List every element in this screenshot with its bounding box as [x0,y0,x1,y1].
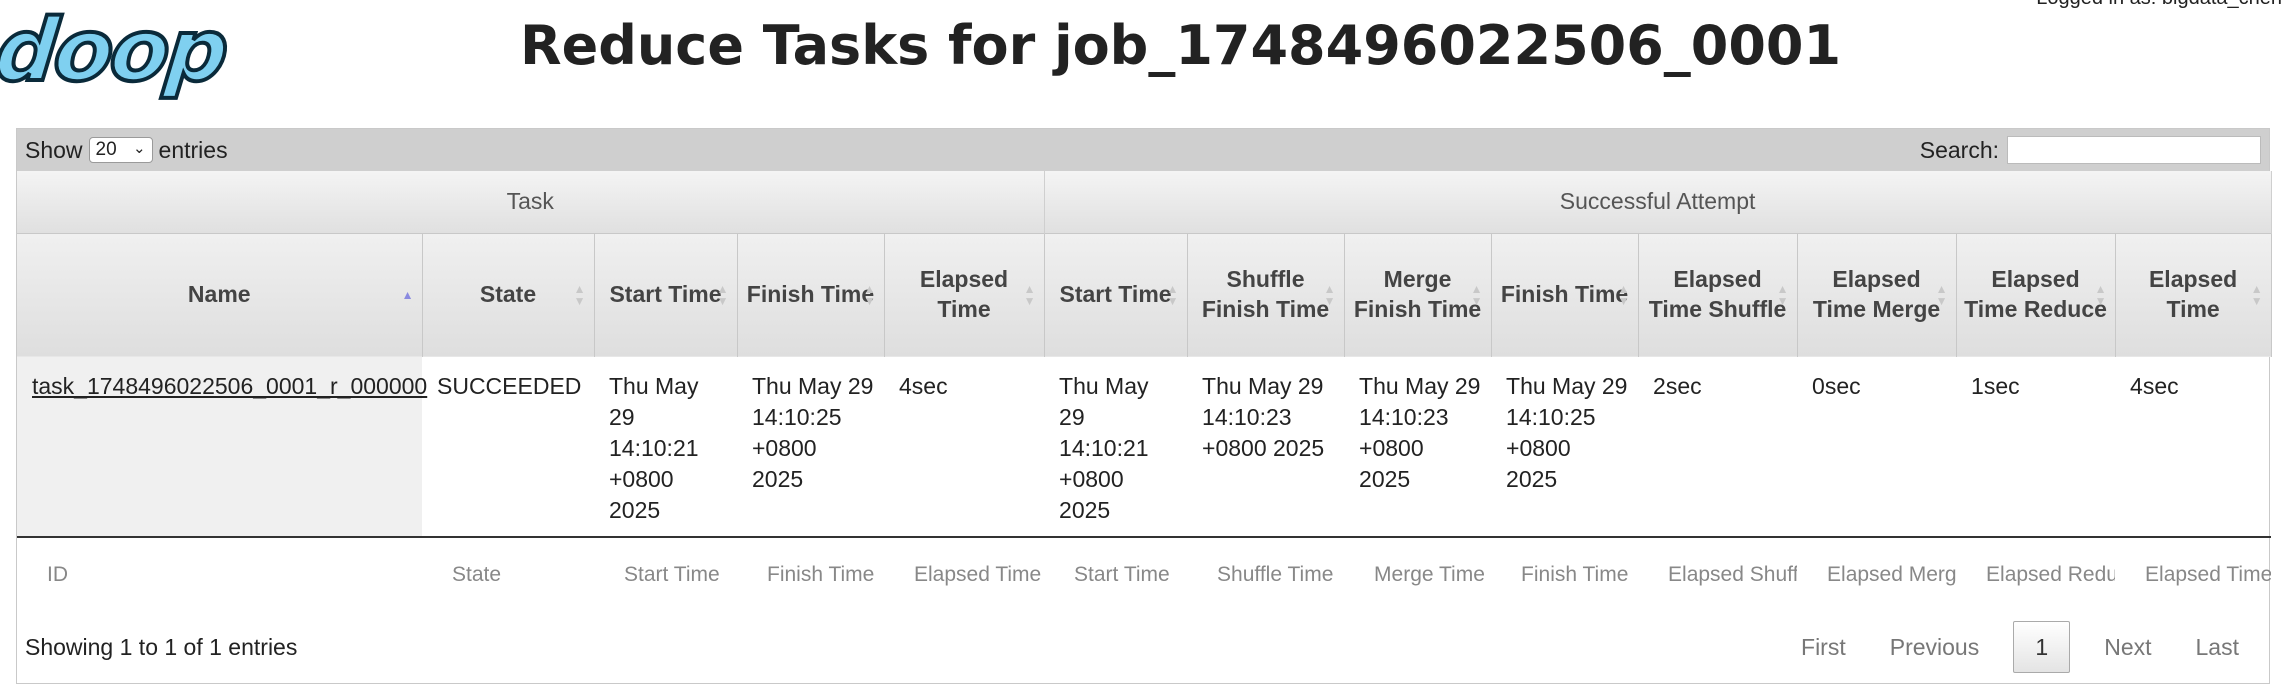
search-control: Search: [1920,136,2261,164]
col-finish-time[interactable]: Finish Time ▲ ▼ [737,232,885,357]
cell-name: task_1748496022506_0001_r_000000 [17,357,427,537]
tasks-table-wrapper: Show 20 ⌄ entries Search: Task Successfu… [16,128,2272,684]
tasks-table: Task Successful Attempt Name ▲ State ▲ ▼ St… [17,171,2272,611]
logged-in-user: Logged in as: bigdata_chen [2036,0,2282,10]
cell-elapsed-merge: 0sec [1812,373,1861,399]
sort-icon: ▲ ▼ [2094,282,2107,309]
column-group-row: Task Successful Attempt [17,171,2272,233]
col-attempt-start-time[interactable]: Start Time ▲ ▼ [1044,232,1188,357]
filter-row: ID State Start Time Finish Time Elapsed … [17,536,2272,611]
first-page-button[interactable]: First [1779,621,1868,673]
task-link[interactable]: task_1748496022506_0001_r_000000 [32,373,427,399]
pagination: First Previous 1 Next Last [1779,621,2261,673]
sort-icon: ▲ ▼ [716,282,729,309]
table-footer: Showing 1 to 1 of 1 entries First Previo… [17,611,2269,683]
filter-elapsed-reduce[interactable]: Elapsed Reduce [1956,536,2116,611]
col-attempt-elapsed[interactable]: Elapsed Time ▲ ▼ [2115,232,2272,357]
filter-elapsed-merge[interactable]: Elapsed Merge [1797,536,1957,611]
page-title: Reduce Tasks for job_1748496022506_0001 [520,14,1842,77]
table-row: task_1748496022506_0001_r_000000 SUCCEED… [17,357,2271,537]
col-shuffle-finish-time[interactable]: Shuffle Finish Time ▲ ▼ [1187,232,1345,357]
sort-icon: ▲ ▼ [1166,282,1179,309]
page-header: doop Reduce Tasks for job_1748496022506_… [0,0,2282,128]
cell-merge-finish-time: Thu May 29 14:10:23 +0800 2025 [1359,373,1481,492]
col-attempt-finish-time[interactable]: Finish Time ▲ ▼ [1491,232,1639,357]
col-state[interactable]: State ▲ ▼ [422,232,595,357]
filter-elapsed-shuffle[interactable]: Elapsed Shuffle [1638,536,1798,611]
page-1-button[interactable]: 1 [2013,621,2071,673]
sort-icon: ▲ ▼ [1023,282,1036,309]
chevron-down-icon: ⌄ [132,140,146,157]
cell-start-time: Thu May 29 14:10:21 +0800 2025 [609,373,699,523]
sort-icon: ▲ ▼ [863,282,876,309]
filter-attempt-finish-time[interactable]: Finish Time [1491,536,1639,611]
previous-page-button[interactable]: Previous [1868,621,2001,673]
entries-label: entries [158,136,228,163]
cell-attempt-elapsed: 4sec [2130,373,2179,399]
cell-finish-time: Thu May 29 14:10:25 +0800 2025 [752,373,874,492]
filter-finish-time[interactable]: Finish Time [737,536,884,611]
col-elapsed-merge[interactable]: Elapsed Time Merge ▲ ▼ [1797,232,1957,357]
table-toolbar: Show 20 ⌄ entries Search: [17,129,2269,171]
cell-elapsed-shuffle: 2sec [1653,373,1702,399]
cell-elapsed-time: 4sec [899,373,948,399]
filter-start-time[interactable]: Start Time [594,536,737,611]
sort-icon: ▲ ▼ [1617,282,1630,309]
column-header-row: Name ▲ State ▲ ▼ Start Time ▲ ▼ Finish Time ▲ ▼… [17,232,2272,357]
col-start-time[interactable]: Start Time ▲ ▼ [594,232,738,357]
filter-elapsed-time[interactable]: Elapsed Time [884,536,1045,611]
cell-shuffle-finish-time: Thu May 29 14:10:23 +0800 2025 [1202,373,1325,461]
task-group-header: Task [17,171,1045,233]
cell-attempt-finish-time: Thu May 29 14:10:25 +0800 2025 [1506,373,1628,492]
col-merge-finish-time[interactable]: Merge Finish Time ▲ ▼ [1344,232,1492,357]
search-input[interactable] [2007,136,2261,164]
next-page-button[interactable]: Next [2082,621,2173,673]
col-elapsed-time[interactable]: Elapsed Time ▲ ▼ [884,232,1045,357]
sort-icon: ▲ ▼ [1470,282,1483,309]
last-page-button[interactable]: Last [2174,621,2261,673]
search-label: Search: [1919,136,1999,163]
filter-id[interactable]: ID [17,536,422,611]
cell-state: SUCCEEDED [437,373,582,399]
sort-icon: ▲ ▼ [1935,282,1948,309]
col-elapsed-reduce[interactable]: Elapsed Time Reduce ▲ ▼ [1956,232,2116,357]
entries-length-control: Show 20 ⌄ entries [25,137,228,164]
cell-attempt-start-time: Thu May 29 14:10:21 +0800 2025 [1059,373,1149,523]
sort-icon: ▲ ▼ [1323,282,1336,309]
sort-icon: ▲ ▼ [1776,282,1789,309]
show-label: Show [25,136,83,163]
sort-icon: ▲ ▼ [2250,282,2263,309]
cell-elapsed-reduce: 1sec [1971,373,2020,399]
hadoop-logo[interactable]: doop [0,0,233,103]
filter-attempt-start-time[interactable]: Start Time [1044,536,1188,611]
sort-icon: ▲ ▼ [573,282,586,309]
col-elapsed-shuffle[interactable]: Elapsed Time Shuffle ▲ ▼ [1638,232,1798,357]
table-info: Showing 1 to 1 of 1 entries [25,633,298,660]
filter-attempt-elapsed[interactable]: Elapsed Time [2115,536,2272,611]
filter-state[interactable]: State [422,536,594,611]
attempt-group-header: Successful Attempt [1044,171,2272,233]
col-name[interactable]: Name ▲ [17,232,423,357]
entries-select[interactable]: 20 ⌄ [88,137,153,163]
filter-merge-time[interactable]: Merge Time [1344,536,1492,611]
sort-asc-icon: ▲ [401,288,414,303]
entries-select-value: 20 [95,139,117,160]
filter-shuffle-time[interactable]: Shuffle Time [1187,536,1345,611]
